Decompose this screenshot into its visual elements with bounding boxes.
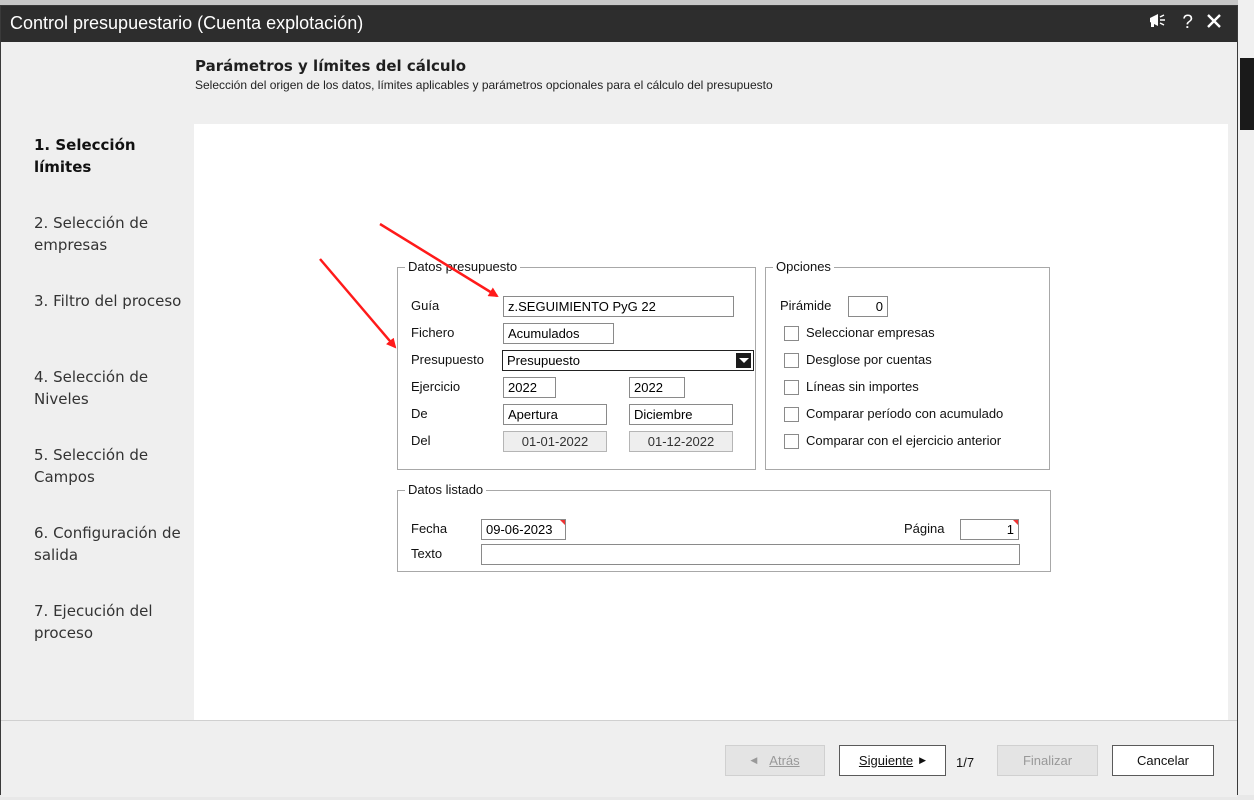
fecha-field[interactable]: 09-06-2023: [481, 519, 566, 540]
step-item-6[interactable]: 6. Configuración de salida: [34, 522, 184, 566]
megaphone-icon[interactable]: [1148, 12, 1168, 34]
datos-listado-group: Datos listado Fecha 09-06-2023 Página 1 …: [397, 482, 1051, 572]
fecha-label: Fecha: [411, 521, 448, 536]
close-icon[interactable]: [1207, 12, 1221, 34]
guia-field[interactable]: z.SEGUIMIENTO PyG 22: [503, 296, 734, 317]
datos-presupuesto-group: Datos presupuesto Guía z.SEGUIMIENTO PyG…: [397, 259, 756, 470]
lineas-sin-importes-checkbox[interactable]: [784, 380, 799, 395]
comparar-ejercicio-checkbox[interactable]: [784, 434, 799, 449]
comparar-periodo-label: Comparar período con acumulado: [806, 406, 1004, 421]
step-item-3[interactable]: 3. Filtro del proceso: [34, 290, 184, 312]
step-item-5[interactable]: 5. Selección de Campos: [34, 444, 184, 488]
background-dark-block: [1240, 58, 1254, 130]
desglose-cuentas-checkbox[interactable]: [784, 353, 799, 368]
pagina-required-marker: [1013, 520, 1018, 525]
comparar-periodo-checkbox[interactable]: [784, 407, 799, 422]
fecha-required-marker: [560, 520, 565, 525]
wizard-header: Parámetros y límites del cálculo Selecci…: [1, 42, 1237, 124]
step-content: Datos presupuesto Guía z.SEGUIMIENTO PyG…: [194, 124, 1228, 720]
steps-sidebar: 1. Selección límites 2. Selección de emp…: [1, 124, 194, 720]
cancel-button[interactable]: Cancelar: [1112, 745, 1214, 776]
datos-listado-legend: Datos listado: [405, 482, 487, 497]
next-button[interactable]: Siguiente ▶: [839, 745, 946, 776]
finish-button[interactable]: Finalizar: [997, 745, 1098, 776]
desglose-cuentas-label: Desglose por cuentas: [806, 352, 932, 367]
opciones-legend: Opciones: [773, 259, 834, 274]
seleccionar-empresas-label: Seleccionar empresas: [806, 325, 935, 340]
ejercicio-label: Ejercicio: [411, 379, 461, 394]
de-from-field[interactable]: Apertura: [503, 404, 607, 425]
ejercicio-to-field[interactable]: 2022: [629, 377, 685, 398]
title-bar: Control presupuestario (Cuenta explotaci…: [1, 6, 1237, 42]
lineas-sin-importes-label: Líneas sin importes: [806, 379, 919, 394]
page-indicator: 1/7: [956, 755, 975, 770]
del-label: Del: [411, 433, 431, 448]
pagina-label: Página: [904, 521, 945, 536]
next-label: Siguiente: [858, 753, 914, 768]
step-item-4[interactable]: 4. Selección de Niveles: [34, 366, 184, 410]
pagina-field[interactable]: 1: [960, 519, 1019, 540]
presupuesto-label: Presupuesto: [411, 352, 484, 367]
piramide-field[interactable]: 0: [848, 296, 888, 317]
fecha-value: 09-06-2023: [486, 522, 553, 537]
guia-label: Guía: [411, 298, 440, 313]
back-label: Atrás: [769, 753, 800, 768]
comparar-ejercicio-label: Comparar con el ejercicio anterior: [806, 433, 1002, 448]
wizard-dialog: Control presupuestario (Cuenta explotaci…: [0, 5, 1238, 797]
de-to-field[interactable]: Diciembre: [629, 404, 733, 425]
piramide-label: Pirámide: [780, 298, 832, 313]
presupuesto-dropdown[interactable]: Presupuesto: [502, 350, 754, 371]
presupuesto-value: Presupuesto: [507, 353, 580, 368]
step-item-1[interactable]: 1. Selección límites: [34, 134, 184, 178]
fichero-field[interactable]: Acumulados: [503, 323, 614, 344]
datos-presupuesto-legend: Datos presupuesto: [405, 259, 521, 274]
step-subtitle: Selección del origen de los datos, límit…: [195, 78, 773, 92]
fichero-label: Fichero: [411, 325, 455, 340]
chevron-down-icon[interactable]: [736, 353, 751, 368]
step-item-2[interactable]: 2. Selección de empresas: [34, 212, 184, 256]
background-window-right: [1238, 0, 1254, 800]
opciones-group: Opciones Pirámide 0 Seleccionar empresas…: [765, 259, 1050, 470]
ejercicio-from-field[interactable]: 2022: [503, 377, 556, 398]
del-from-field: 01-01-2022: [503, 431, 607, 452]
texto-field[interactable]: [481, 544, 1020, 565]
title-bar-icons: ?: [1148, 12, 1221, 34]
del-to-field: 01-12-2022: [629, 431, 733, 452]
seleccionar-empresas-checkbox[interactable]: [784, 326, 799, 341]
step-title: Parámetros y límites del cálculo: [195, 57, 467, 75]
texto-label: Texto: [411, 546, 443, 561]
de-label: De: [411, 406, 428, 421]
chevron-right-icon: ▶: [919, 755, 927, 765]
step-item-7[interactable]: 7. Ejecución del proceso: [34, 600, 184, 644]
chevron-left-icon: ◀: [750, 755, 758, 765]
back-button[interactable]: ◀ Atrás: [725, 745, 825, 776]
wizard-footer: ◀ Atrás Siguiente ▶ 1/7 Finalizar Cancel…: [1, 720, 1237, 797]
help-icon[interactable]: ?: [1182, 12, 1193, 34]
window-title: Control presupuestario (Cuenta explotaci…: [10, 13, 364, 33]
